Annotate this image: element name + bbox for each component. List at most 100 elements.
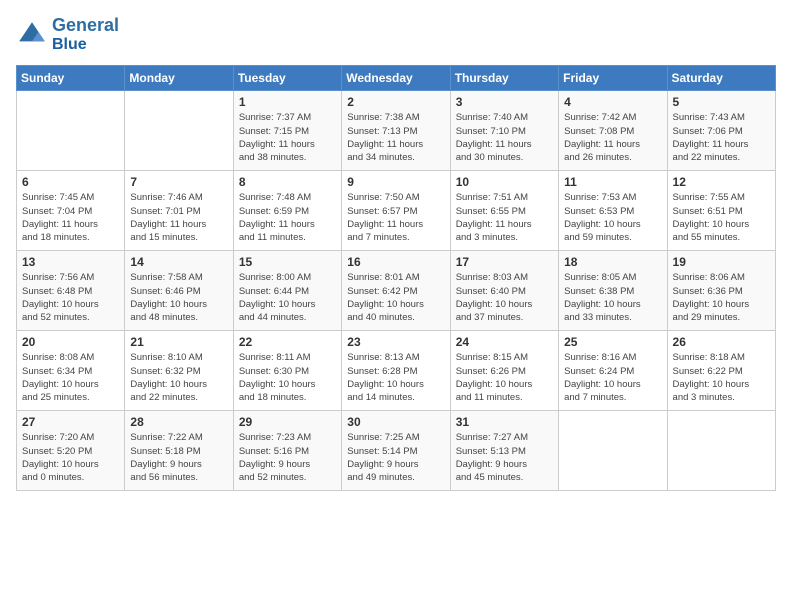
- col-header-friday: Friday: [559, 66, 667, 91]
- day-number: 27: [22, 415, 119, 429]
- day-number: 9: [347, 175, 444, 189]
- day-cell: 17 Sunrise: 8:03 AM Sunset: 6:40 PM Dayli…: [450, 251, 558, 331]
- logo-text: General Blue: [52, 16, 119, 53]
- day-info: Sunrise: 8:00 AM Sunset: 6:44 PM Dayligh…: [239, 271, 336, 324]
- day-cell: 26 Sunrise: 8:18 AM Sunset: 6:22 PM Dayli…: [667, 331, 775, 411]
- col-header-monday: Monday: [125, 66, 233, 91]
- day-cell: 12 Sunrise: 7:55 AM Sunset: 6:51 PM Dayli…: [667, 171, 775, 251]
- day-cell: 6 Sunrise: 7:45 AM Sunset: 7:04 PM Daylig…: [17, 171, 125, 251]
- day-number: 12: [673, 175, 770, 189]
- day-info: Sunrise: 7:38 AM Sunset: 7:13 PM Dayligh…: [347, 111, 444, 164]
- col-header-tuesday: Tuesday: [233, 66, 341, 91]
- day-number: 1: [239, 95, 336, 109]
- day-cell: 15 Sunrise: 8:00 AM Sunset: 6:44 PM Dayli…: [233, 251, 341, 331]
- day-cell: 1 Sunrise: 7:37 AM Sunset: 7:15 PM Daylig…: [233, 91, 341, 171]
- day-info: Sunrise: 7:20 AM Sunset: 5:20 PM Dayligh…: [22, 431, 119, 484]
- calendar-table: SundayMondayTuesdayWednesdayThursdayFrid…: [16, 65, 776, 491]
- day-number: 29: [239, 415, 336, 429]
- day-info: Sunrise: 7:27 AM Sunset: 5:13 PM Dayligh…: [456, 431, 553, 484]
- week-row-1: 1 Sunrise: 7:37 AM Sunset: 7:15 PM Daylig…: [17, 91, 776, 171]
- day-cell: 23 Sunrise: 8:13 AM Sunset: 6:28 PM Dayli…: [342, 331, 450, 411]
- day-number: 17: [456, 255, 553, 269]
- logo: General Blue: [16, 16, 119, 53]
- day-number: 21: [130, 335, 227, 349]
- day-cell: 14Sunrise: 7:58 AM Sunset: 6:46 PM Dayli…: [125, 251, 233, 331]
- day-cell: 16Sunrise: 8:01 AM Sunset: 6:42 PM Dayli…: [342, 251, 450, 331]
- col-header-sunday: Sunday: [17, 66, 125, 91]
- day-info: Sunrise: 8:11 AM Sunset: 6:30 PM Dayligh…: [239, 351, 336, 404]
- day-number: 11: [564, 175, 661, 189]
- day-number: 13: [22, 255, 119, 269]
- day-cell: [667, 411, 775, 491]
- day-info: Sunrise: 7:42 AM Sunset: 7:08 PM Dayligh…: [564, 111, 661, 164]
- day-cell: 18Sunrise: 8:05 AM Sunset: 6:38 PM Dayli…: [559, 251, 667, 331]
- day-number: 7: [130, 175, 227, 189]
- day-info: Sunrise: 8:05 AM Sunset: 6:38 PM Dayligh…: [564, 271, 661, 324]
- page-header: General Blue: [16, 16, 776, 53]
- day-number: 26: [673, 335, 770, 349]
- day-cell: 11 Sunrise: 7:53 AM Sunset: 6:53 PM Dayli…: [559, 171, 667, 251]
- day-info: Sunrise: 7:25 AM Sunset: 5:14 PM Dayligh…: [347, 431, 444, 484]
- calendar-header-row: SundayMondayTuesdayWednesdayThursdayFrid…: [17, 66, 776, 91]
- day-number: 19: [673, 255, 770, 269]
- day-number: 10: [456, 175, 553, 189]
- day-info: Sunrise: 7:53 AM Sunset: 6:53 PM Dayligh…: [564, 191, 661, 244]
- day-cell: 29Sunrise: 7:23 AM Sunset: 5:16 PM Dayli…: [233, 411, 341, 491]
- day-cell: 30 Sunrise: 7:25 AM Sunset: 5:14 PM Dayli…: [342, 411, 450, 491]
- day-cell: 13 Sunrise: 7:56 AM Sunset: 6:48 PM Dayli…: [17, 251, 125, 331]
- day-info: Sunrise: 8:10 AM Sunset: 6:32 PM Dayligh…: [130, 351, 227, 404]
- day-cell: 4 Sunrise: 7:42 AM Sunset: 7:08 PM Daylig…: [559, 91, 667, 171]
- day-info: Sunrise: 7:22 AM Sunset: 5:18 PM Dayligh…: [130, 431, 227, 484]
- day-info: Sunrise: 7:48 AM Sunset: 6:59 PM Dayligh…: [239, 191, 336, 244]
- day-cell: 28Sunrise: 7:22 AM Sunset: 5:18 PM Dayli…: [125, 411, 233, 491]
- day-cell: 21 Sunrise: 8:10 AM Sunset: 6:32 PM Dayli…: [125, 331, 233, 411]
- day-info: Sunrise: 7:51 AM Sunset: 6:55 PM Dayligh…: [456, 191, 553, 244]
- day-info: Sunrise: 8:03 AM Sunset: 6:40 PM Dayligh…: [456, 271, 553, 324]
- day-number: 4: [564, 95, 661, 109]
- day-number: 15: [239, 255, 336, 269]
- day-number: 24: [456, 335, 553, 349]
- day-number: 8: [239, 175, 336, 189]
- day-info: Sunrise: 7:43 AM Sunset: 7:06 PM Dayligh…: [673, 111, 770, 164]
- col-header-wednesday: Wednesday: [342, 66, 450, 91]
- day-info: Sunrise: 7:55 AM Sunset: 6:51 PM Dayligh…: [673, 191, 770, 244]
- day-info: Sunrise: 7:56 AM Sunset: 6:48 PM Dayligh…: [22, 271, 119, 324]
- col-header-saturday: Saturday: [667, 66, 775, 91]
- day-cell: 7 Sunrise: 7:46 AM Sunset: 7:01 PM Daylig…: [125, 171, 233, 251]
- day-cell: 25Sunrise: 8:16 AM Sunset: 6:24 PM Dayli…: [559, 331, 667, 411]
- day-info: Sunrise: 8:16 AM Sunset: 6:24 PM Dayligh…: [564, 351, 661, 404]
- day-info: Sunrise: 7:45 AM Sunset: 7:04 PM Dayligh…: [22, 191, 119, 244]
- day-cell: [559, 411, 667, 491]
- week-row-5: 27 Sunrise: 7:20 AM Sunset: 5:20 PM Dayli…: [17, 411, 776, 491]
- day-number: 30: [347, 415, 444, 429]
- day-info: Sunrise: 7:46 AM Sunset: 7:01 PM Dayligh…: [130, 191, 227, 244]
- day-info: Sunrise: 8:13 AM Sunset: 6:28 PM Dayligh…: [347, 351, 444, 404]
- day-cell: 22 Sunrise: 8:11 AM Sunset: 6:30 PM Dayli…: [233, 331, 341, 411]
- week-row-2: 6 Sunrise: 7:45 AM Sunset: 7:04 PM Daylig…: [17, 171, 776, 251]
- day-cell: [125, 91, 233, 171]
- day-number: 3: [456, 95, 553, 109]
- day-cell: 3 Sunrise: 7:40 AM Sunset: 7:10 PM Daylig…: [450, 91, 558, 171]
- day-number: 20: [22, 335, 119, 349]
- day-info: Sunrise: 8:06 AM Sunset: 6:36 PM Dayligh…: [673, 271, 770, 324]
- day-cell: 10 Sunrise: 7:51 AM Sunset: 6:55 PM Dayli…: [450, 171, 558, 251]
- day-number: 6: [22, 175, 119, 189]
- day-cell: 5 Sunrise: 7:43 AM Sunset: 7:06 PM Daylig…: [667, 91, 775, 171]
- day-number: 22: [239, 335, 336, 349]
- day-cell: 9 Sunrise: 7:50 AM Sunset: 6:57 PM Daylig…: [342, 171, 450, 251]
- col-header-thursday: Thursday: [450, 66, 558, 91]
- day-info: Sunrise: 7:58 AM Sunset: 6:46 PM Dayligh…: [130, 271, 227, 324]
- day-cell: 31 Sunrise: 7:27 AM Sunset: 5:13 PM Dayli…: [450, 411, 558, 491]
- day-info: Sunrise: 7:37 AM Sunset: 7:15 PM Dayligh…: [239, 111, 336, 164]
- day-cell: 24Sunrise: 8:15 AM Sunset: 6:26 PM Dayli…: [450, 331, 558, 411]
- day-number: 31: [456, 415, 553, 429]
- logo-icon: [16, 19, 48, 51]
- day-number: 2: [347, 95, 444, 109]
- day-info: Sunrise: 7:40 AM Sunset: 7:10 PM Dayligh…: [456, 111, 553, 164]
- day-number: 5: [673, 95, 770, 109]
- day-info: Sunrise: 8:18 AM Sunset: 6:22 PM Dayligh…: [673, 351, 770, 404]
- week-row-4: 20Sunrise: 8:08 AM Sunset: 6:34 PM Dayli…: [17, 331, 776, 411]
- day-number: 23: [347, 335, 444, 349]
- day-cell: 27 Sunrise: 7:20 AM Sunset: 5:20 PM Dayli…: [17, 411, 125, 491]
- day-info: Sunrise: 7:50 AM Sunset: 6:57 PM Dayligh…: [347, 191, 444, 244]
